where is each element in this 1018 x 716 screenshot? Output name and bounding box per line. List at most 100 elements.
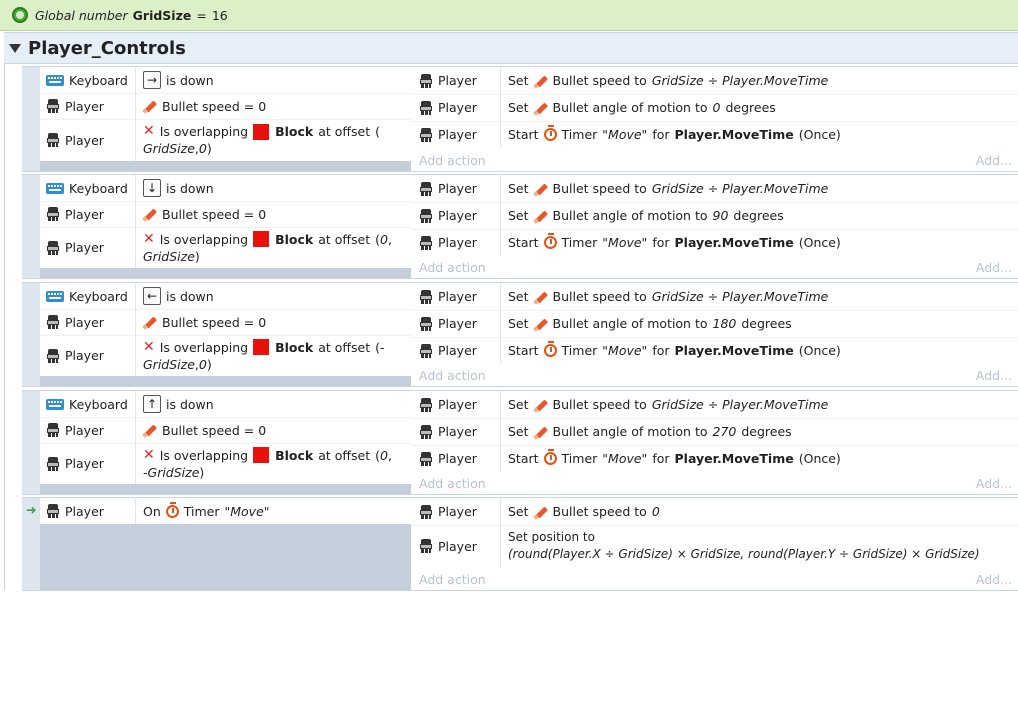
condition-text[interactable]: Bullet speed = 0	[136, 98, 411, 115]
event-block-on-timer[interactable]: ➜ Player On Timer "Move" Player Set Bullet …	[22, 497, 1018, 591]
action-text[interactable]: Set Bullet speed to GridSize ÷ Player.Move…	[501, 72, 1018, 89]
action-row[interactable]: Player Start Timer "Move" for Player.MoveTim…	[411, 337, 1018, 364]
event-block-left[interactable]: Keyboard ← is down Player Bullet speed = …	[22, 282, 1018, 387]
add-more-link[interactable]: Add...	[976, 476, 1012, 491]
add-more-link[interactable]: Add...	[976, 260, 1012, 275]
condition-row[interactable]: Player ✕ Is overlapping Block at offset(Gri…	[40, 119, 411, 161]
add-action-link[interactable]: Add action	[419, 476, 486, 491]
condition-row[interactable]: Player Bullet speed = 0	[40, 417, 411, 444]
event-margin[interactable]	[22, 283, 40, 386]
action-object[interactable]: Player	[411, 498, 501, 525]
action-text[interactable]: Set Bullet angle of motion to 180 degrees	[501, 315, 1018, 332]
condition-text[interactable]: ← is down	[136, 287, 411, 305]
condition-row[interactable]: Keyboard ← is down	[40, 283, 411, 310]
action-row[interactable]: Player Set Bullet angle of motion to 0 degr…	[411, 94, 1018, 122]
add-more-link[interactable]: Add...	[976, 572, 1012, 587]
action-row[interactable]: Player Set Bullet angle of motion to 270 de…	[411, 418, 1018, 446]
action-object[interactable]: Player	[411, 283, 501, 310]
action-object[interactable]: Player	[411, 229, 501, 256]
condition-row[interactable]: Player ✕ Is overlapping Block at offset (- Gr…	[40, 335, 411, 376]
action-text[interactable]: Set Bullet speed to 0	[501, 503, 1018, 520]
condition-object[interactable]: Player	[40, 201, 136, 227]
condition-text[interactable]: On Timer "Move"	[136, 501, 411, 520]
event-block-right[interactable]: Keyboard → is down Player Bullet speed = …	[22, 66, 1018, 172]
condition-row[interactable]: Player ✕ Is overlapping Block at offset(0, …	[40, 227, 411, 268]
event-margin[interactable]	[22, 175, 40, 278]
action-text[interactable]: Start Timer "Move" for Player.MoveTime (Once)	[501, 341, 1018, 359]
condition-row[interactable]: Player ✕ Is overlapping Block at offset(0, …	[40, 443, 411, 484]
condition-object[interactable]: Player	[40, 417, 136, 443]
event-group-header[interactable]: Player_Controls	[4, 32, 1018, 64]
action-object[interactable]: Player	[411, 175, 501, 202]
event-block-down[interactable]: Keyboard ↓ is down Player Bullet speed = …	[22, 174, 1018, 279]
action-text[interactable]: Set Bullet angle of motion to 270 degrees	[501, 423, 1018, 440]
condition-text[interactable]: Bullet speed = 0	[136, 206, 411, 223]
action-text[interactable]: Set Bullet speed to GridSize ÷ Player.Move…	[501, 396, 1018, 413]
action-text[interactable]: Set position to (round(Player.X ÷ GridSiz…	[501, 529, 1018, 563]
action-object[interactable]: Player	[411, 121, 501, 148]
add-more-link[interactable]: Add...	[976, 153, 1012, 168]
add-action-link[interactable]: Add action	[419, 572, 486, 587]
condition-object[interactable]: Player	[40, 227, 136, 268]
condition-row[interactable]: Keyboard ↑ is down	[40, 391, 411, 418]
action-row[interactable]: Player Start Timer "Move" for Player.MoveTim…	[411, 121, 1018, 148]
action-text[interactable]: Start Timer "Move" for Player.MoveTime (Once)	[501, 125, 1018, 143]
condition-row[interactable]: Player Bullet speed = 0	[40, 93, 411, 120]
action-object[interactable]: Player	[411, 445, 501, 472]
condition-text[interactable]: ↓ is down	[136, 179, 411, 197]
action-row[interactable]: Player Set Bullet speed to 0	[411, 498, 1018, 526]
add-more-link[interactable]: Add...	[976, 368, 1012, 383]
event-block-up[interactable]: Keyboard ↑ is down Player Bullet speed = …	[22, 390, 1018, 495]
action-row[interactable]: Player Set Bullet speed to GridSize ÷ Play…	[411, 175, 1018, 203]
action-object[interactable]: Player	[411, 525, 501, 567]
condition-text[interactable]: ✕ Is overlapping Block at offset(0, -GridSi…	[136, 447, 411, 481]
condition-object[interactable]: Player	[40, 93, 136, 119]
action-object[interactable]: Player	[411, 337, 501, 364]
action-text[interactable]: Set Bullet angle of motion to 0 degrees	[501, 99, 1018, 116]
action-row[interactable]: Player Start Timer "Move" for Player.MoveTim…	[411, 445, 1018, 472]
condition-text[interactable]: Bullet speed = 0	[136, 422, 411, 439]
action-row[interactable]: Player Set position to (round(Player.X ÷ …	[411, 525, 1018, 567]
action-object[interactable]: Player	[411, 310, 501, 337]
condition-text[interactable]: ✕ Is overlapping Block at offset (- GridSize,…	[136, 339, 411, 373]
condition-row[interactable]: Keyboard ↓ is down	[40, 175, 411, 202]
condition-object[interactable]: Player	[40, 498, 136, 524]
condition-row[interactable]: Player Bullet speed = 0	[40, 201, 411, 228]
condition-object[interactable]: Player	[40, 119, 136, 161]
condition-object[interactable]: Keyboard	[40, 283, 136, 309]
condition-text[interactable]: ✕ Is overlapping Block at offset(GridSize, …	[136, 123, 411, 157]
action-row[interactable]: Player Set Bullet speed to GridSize ÷ Play…	[411, 391, 1018, 419]
condition-row[interactable]: Keyboard → is down	[40, 67, 411, 94]
condition-text[interactable]: ↑ is down	[136, 395, 411, 413]
action-row[interactable]: Player Set Bullet angle of motion to 180 de…	[411, 310, 1018, 338]
action-object[interactable]: Player	[411, 391, 501, 418]
action-object[interactable]: Player	[411, 418, 501, 445]
action-object[interactable]: Player	[411, 67, 501, 94]
action-object[interactable]: Player	[411, 94, 501, 121]
event-margin[interactable]	[22, 391, 40, 494]
event-margin[interactable]	[22, 67, 40, 171]
action-text[interactable]: Set Bullet speed to GridSize ÷ Player.Move…	[501, 180, 1018, 197]
action-object[interactable]: Player	[411, 202, 501, 229]
condition-object[interactable]: Player	[40, 309, 136, 335]
action-row[interactable]: Player Set Bullet speed to GridSize ÷ Play…	[411, 283, 1018, 311]
condition-object[interactable]: Player	[40, 443, 136, 484]
action-row[interactable]: Player Start Timer "Move" for Player.MoveTim…	[411, 229, 1018, 256]
add-action-link[interactable]: Add action	[419, 368, 486, 383]
collapse-triangle-icon[interactable]	[9, 43, 21, 53]
condition-row[interactable]: Player On Timer "Move"	[40, 498, 411, 524]
action-row[interactable]: Player Set Bullet angle of motion to 90 deg…	[411, 202, 1018, 230]
event-margin[interactable]: ➜	[22, 498, 40, 590]
add-action-link[interactable]: Add action	[419, 153, 486, 168]
action-text[interactable]: Set Bullet angle of motion to 90 degrees	[501, 207, 1018, 224]
condition-object[interactable]: Keyboard	[40, 391, 136, 417]
condition-object[interactable]: Player	[40, 335, 136, 376]
condition-object[interactable]: Keyboard	[40, 67, 136, 93]
action-text[interactable]: Start Timer "Move" for Player.MoveTime (Once)	[501, 449, 1018, 467]
condition-object[interactable]: Keyboard	[40, 175, 136, 201]
condition-text[interactable]: → is down	[136, 71, 411, 89]
action-row[interactable]: Player Set Bullet speed to GridSize ÷ Play…	[411, 67, 1018, 95]
condition-row[interactable]: Player Bullet speed = 0	[40, 309, 411, 336]
action-text[interactable]: Set Bullet speed to GridSize ÷ Player.Move…	[501, 288, 1018, 305]
condition-text[interactable]: ✕ Is overlapping Block at offset(0, GridSiz…	[136, 231, 411, 265]
